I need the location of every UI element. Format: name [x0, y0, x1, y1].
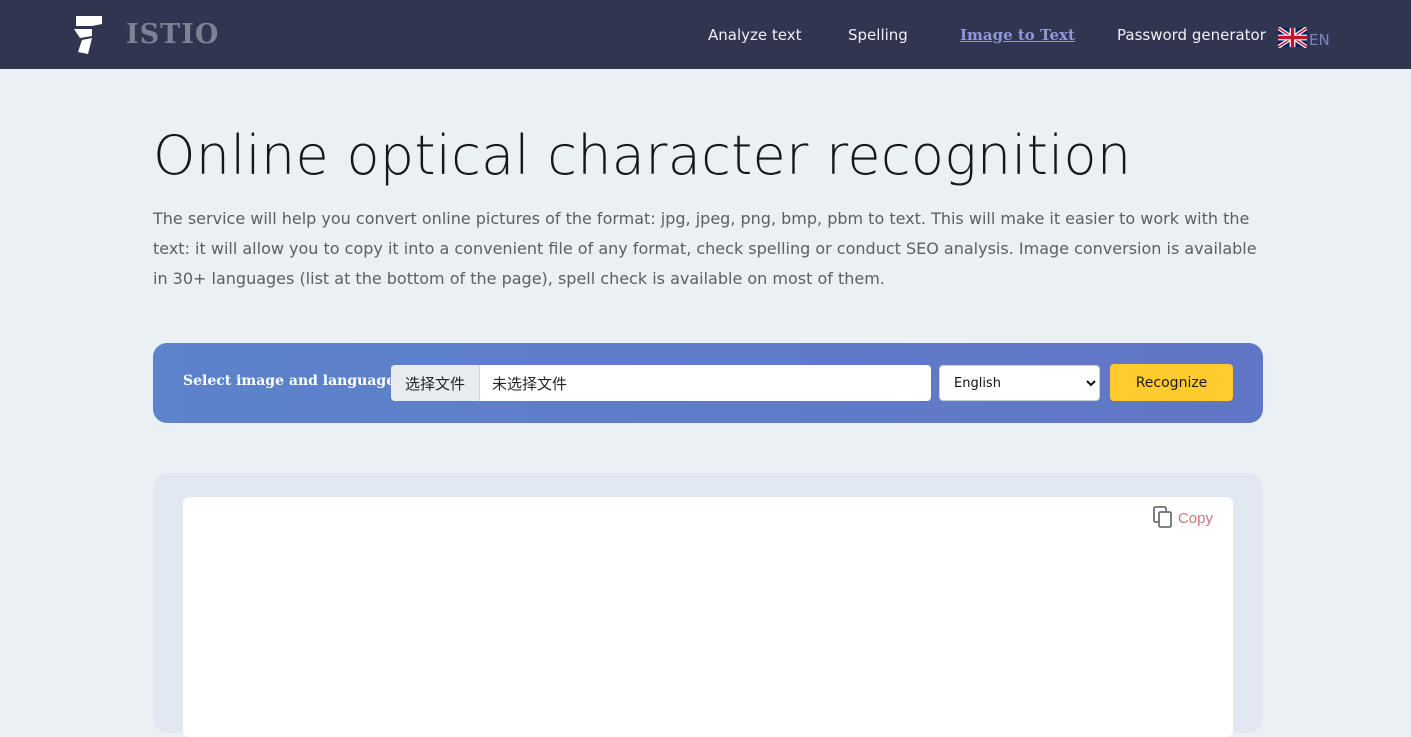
result-panel: Copy — [153, 473, 1263, 737]
language-switcher[interactable]: EN — [1276, 26, 1330, 52]
brand-logo[interactable]: ISTIO — [72, 14, 219, 54]
file-input[interactable]: 选择文件 未选择文件 — [391, 365, 931, 401]
nav-image-to-text[interactable]: Image to Text — [960, 26, 1075, 44]
recognize-button[interactable]: Recognize — [1110, 364, 1233, 401]
language-select[interactable]: English — [939, 365, 1100, 401]
nav-analyze-text[interactable]: Analyze text — [708, 26, 801, 44]
copy-icon — [1152, 505, 1174, 532]
nav-spelling[interactable]: Spelling — [848, 26, 908, 44]
copy-button[interactable]: Copy — [1152, 505, 1213, 532]
result-text-area[interactable]: Copy — [183, 497, 1233, 737]
uk-flag-icon — [1276, 26, 1309, 52]
select-image-label: Select image and language: — [183, 373, 401, 389]
nav-password-generator[interactable]: Password generator — [1117, 26, 1266, 44]
file-status: 未选择文件 — [492, 374, 568, 393]
logo-icon — [72, 14, 104, 54]
top-navigation-bar: ISTIO Analyze text Spelling Image to Tex… — [0, 0, 1411, 69]
intro-text: The service will help you convert online… — [153, 209, 1257, 288]
page-title: Online optical character recognition — [153, 124, 1132, 187]
choose-file-button[interactable]: 选择文件 — [391, 365, 480, 401]
ocr-tool-panel: Select image and language: 选择文件 未选择文件 En… — [153, 343, 1263, 423]
language-code: EN — [1309, 30, 1330, 49]
copy-label: Copy — [1177, 510, 1213, 527]
brand-name: ISTIO — [126, 18, 220, 50]
